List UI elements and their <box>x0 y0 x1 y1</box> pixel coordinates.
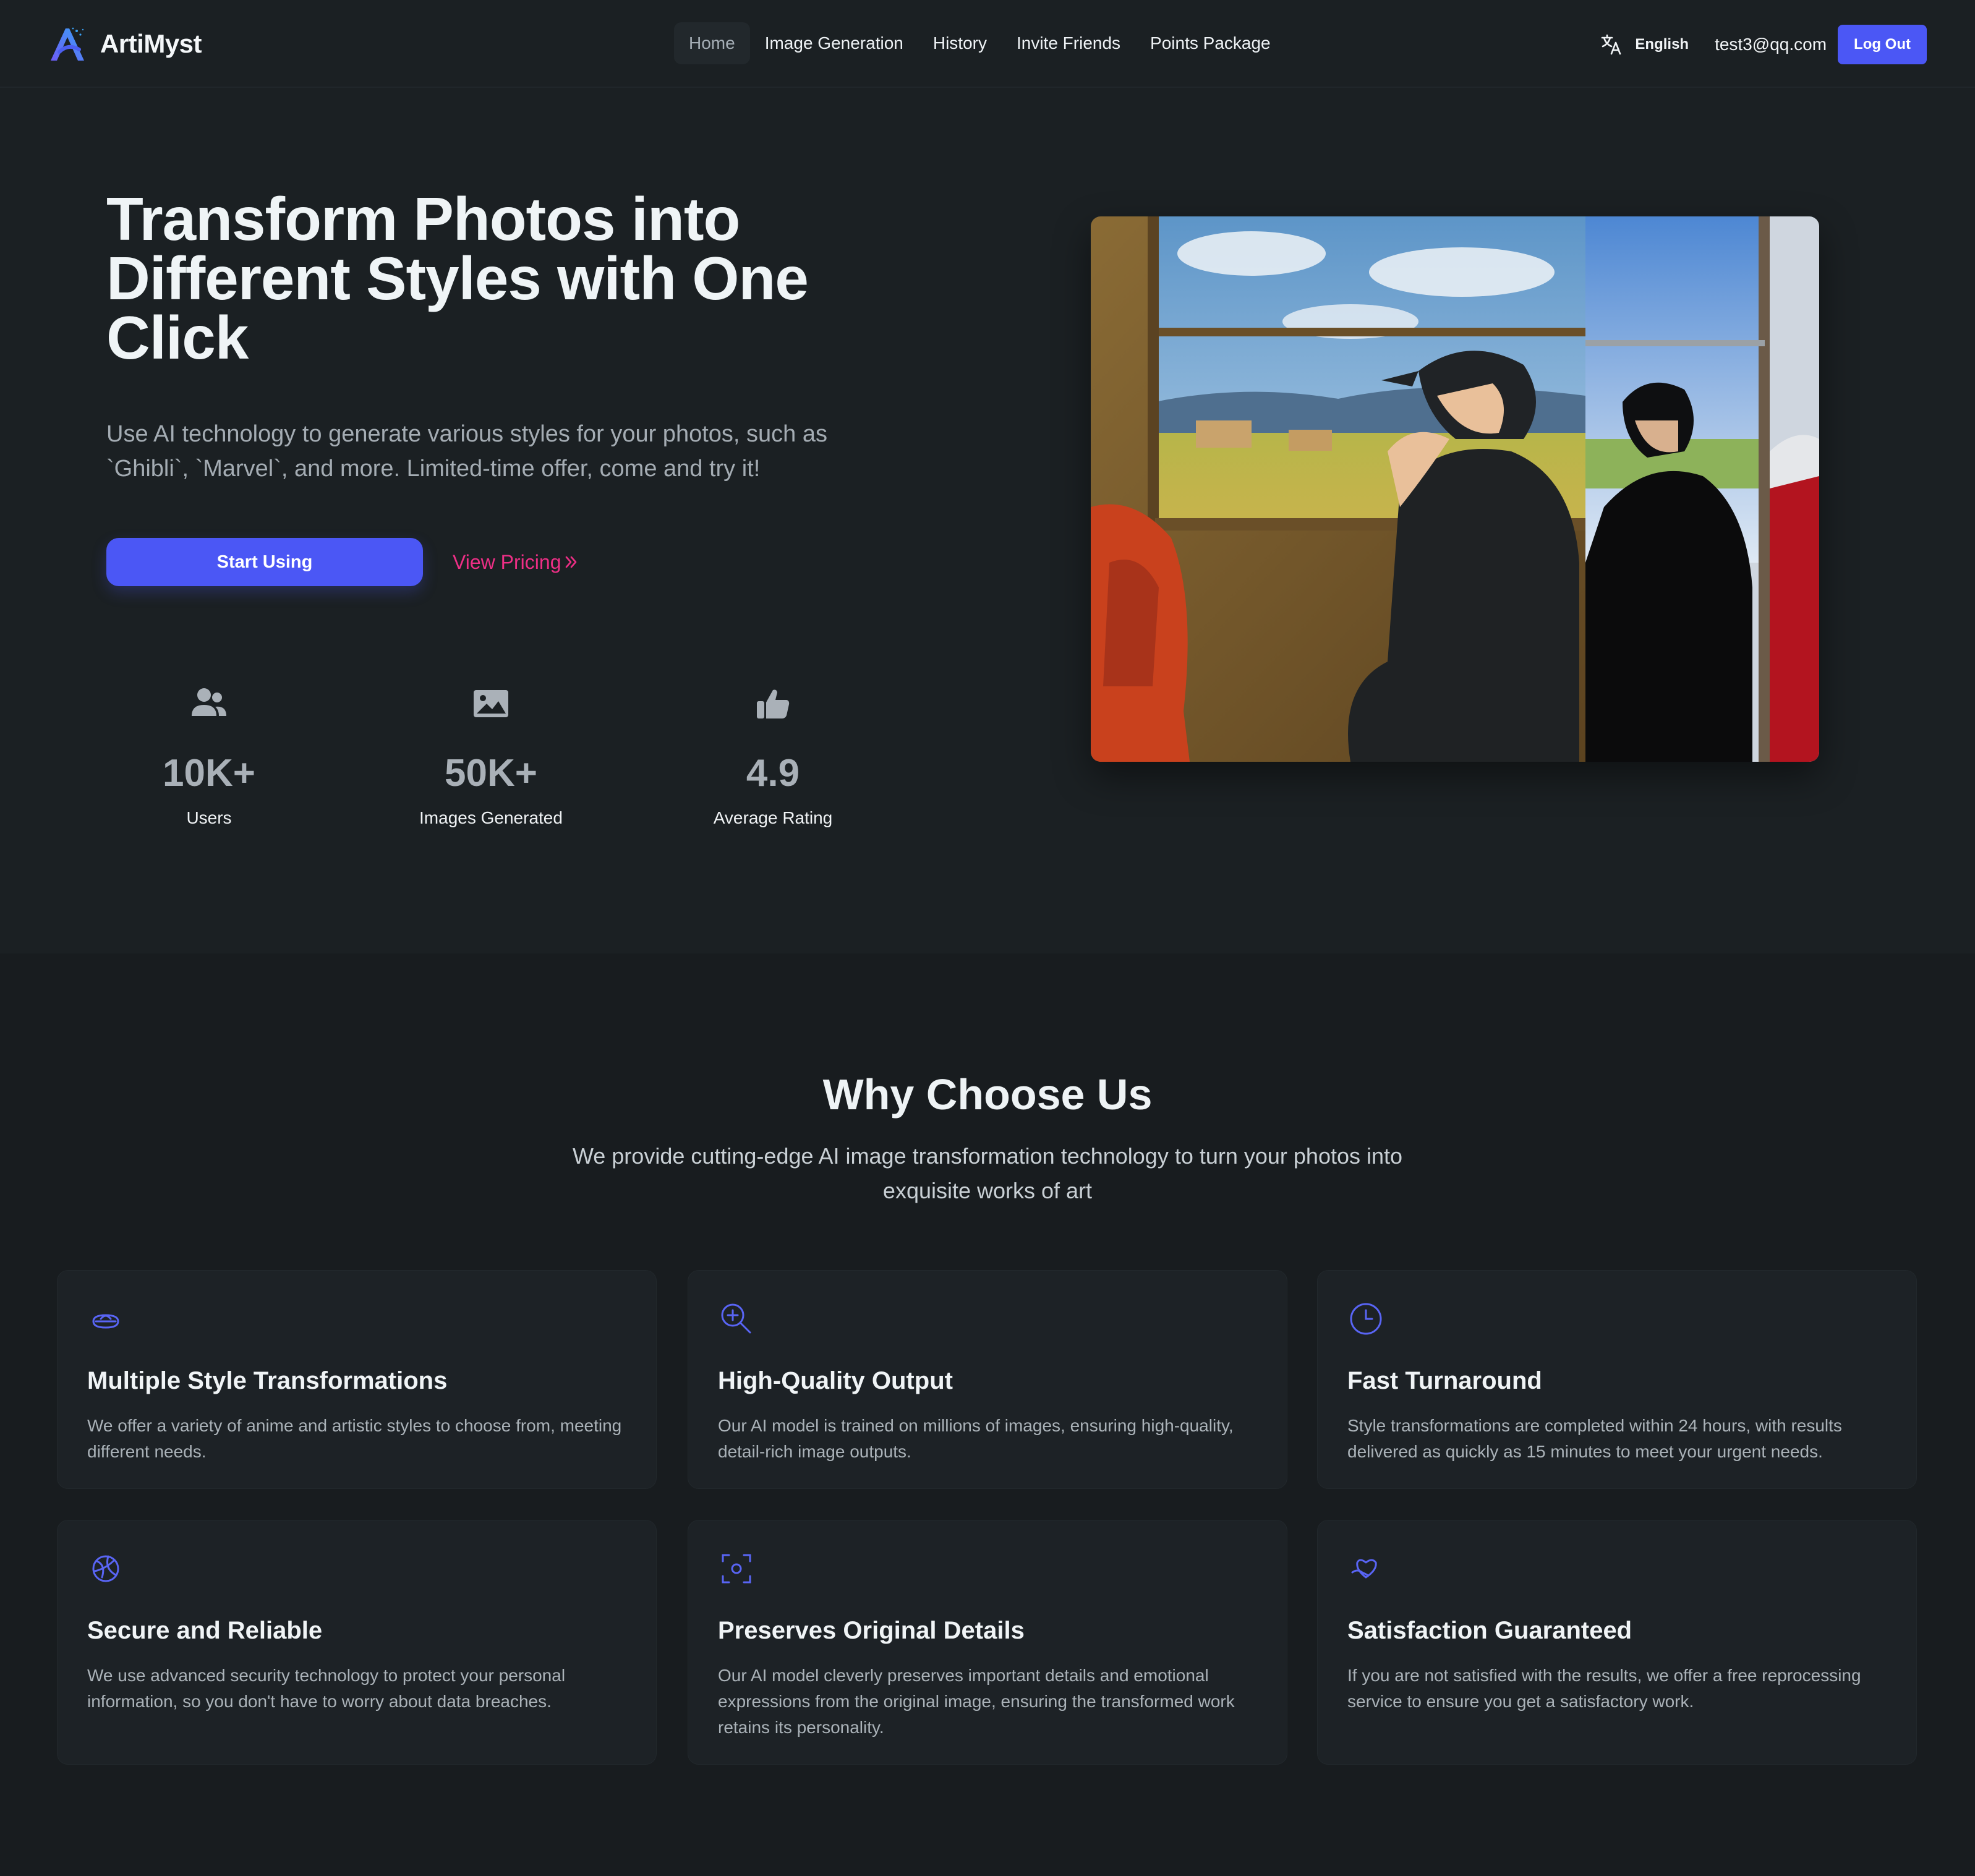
why-subtitle: We provide cutting-edge AI image transfo… <box>572 1143 1403 1203</box>
heart-hand-icon <box>1351 1559 1377 1579</box>
stats-row: 10K+ Users 50K+ Images Generated 4.9 Ave… <box>106 686 953 827</box>
view-pricing-link[interactable]: View Pricing <box>453 538 578 586</box>
brand-name: ArtiMyst <box>100 29 202 58</box>
feature-card-desc: We use advanced security technology to p… <box>87 1666 566 1711</box>
language-selector[interactable]: English <box>1635 36 1689 53</box>
brand-logo-icon <box>51 27 84 61</box>
start-using-button[interactable]: Start Using <box>106 538 423 586</box>
why-title: Why Choose Us <box>822 1070 1153 1119</box>
view-pricing-label: View Pricing <box>453 551 561 573</box>
feature-card-desc: We offer a variety of anime and artistic… <box>87 1416 622 1461</box>
feature-card-details: Preserves Original Details Our AI model … <box>688 1520 1287 1765</box>
stat-rating: 4.9 Average Rating <box>643 686 903 829</box>
feature-card-title: Secure and Reliable <box>87 1617 323 1644</box>
nav-image-generation[interactable]: Image Generation <box>750 22 918 64</box>
top-nav: ArtiMyst Home Image Generation History I… <box>0 0 1975 88</box>
nav-home[interactable]: Home <box>674 22 750 64</box>
security-icon <box>92 1555 119 1582</box>
logout-button[interactable]: Log Out <box>1838 25 1927 64</box>
hero-illustration <box>1091 216 1819 762</box>
nav-right: English test3@qq.com Log Out <box>1599 25 1927 64</box>
feature-card-security: Secure and Reliable We use advanced secu… <box>57 1520 657 1765</box>
thumbs-up-icon <box>757 689 790 718</box>
feature-card-desc: Style transformations are completed with… <box>1347 1416 1842 1461</box>
feature-card-title: Multiple Style Transformations <box>87 1367 448 1394</box>
stat-users: 10K+ Users <box>79 686 339 829</box>
feature-card-title: Fast Turnaround <box>1347 1367 1542 1394</box>
brand[interactable]: ArtiMyst <box>48 25 202 63</box>
nav-links: Home Image Generation History Invite Fri… <box>674 22 1286 64</box>
stat-rating-label: Average Rating <box>713 808 833 827</box>
nav-history[interactable]: History <box>918 22 1002 64</box>
feature-card-title: High-Quality Output <box>718 1367 953 1394</box>
stat-images: 50K+ Images Generated <box>361 686 621 829</box>
stat-users-label: Users <box>186 808 232 827</box>
hero-section: Transform Photos into Different Styles w… <box>0 89 1975 953</box>
stat-images-label: Images Generated <box>419 808 563 827</box>
nav-invite-friends[interactable]: Invite Friends <box>1002 22 1135 64</box>
why-choose-us-section: Why Choose Us We provide cutting-edge AI… <box>0 953 1975 1876</box>
nav-points-package[interactable]: Points Package <box>1135 22 1286 64</box>
feature-card-desc: If you are not satisfied with the result… <box>1347 1666 1861 1711</box>
feature-card-title: Satisfaction Guaranteed <box>1347 1617 1632 1644</box>
feature-card-styles: Multiple Style Transformations We offer … <box>57 1270 657 1489</box>
feature-card-satisfaction: Satisfaction Guaranteed If you are not s… <box>1317 1520 1917 1765</box>
user-email[interactable]: test3@qq.com <box>1715 35 1827 54</box>
feature-card-desc: Our AI model cleverly preserves importan… <box>718 1666 1235 1737</box>
clock-icon <box>1350 1303 1382 1335</box>
hero-subtitle: Use AI technology to generate various st… <box>106 421 827 482</box>
stat-rating-value: 4.9 <box>746 752 800 795</box>
stat-images-value: 50K+ <box>445 752 537 795</box>
users-icon <box>192 688 226 716</box>
feature-card-speed: Fast Turnaround Style transformations ar… <box>1317 1270 1917 1489</box>
image-icon <box>474 690 508 717</box>
hero-comparison-image <box>1091 216 1819 762</box>
focus-icon <box>722 1554 751 1584</box>
style-icon <box>92 1314 119 1329</box>
hero-title: Transform Photos into Different Styles w… <box>106 185 809 372</box>
feature-card-title: Preserves Original Details <box>718 1617 1025 1644</box>
stat-users-value: 10K+ <box>163 752 255 795</box>
translate-icon[interactable] <box>1599 32 1624 57</box>
double-chevron-right-icon <box>566 556 577 568</box>
page: ArtiMyst Home Image Generation History I… <box>0 0 1975 1876</box>
feature-card-desc: Our AI model is trained on millions of i… <box>718 1416 1234 1461</box>
feature-card-quality: High-Quality Output Our AI model is trai… <box>688 1270 1287 1489</box>
zoom-in-icon <box>721 1303 751 1334</box>
